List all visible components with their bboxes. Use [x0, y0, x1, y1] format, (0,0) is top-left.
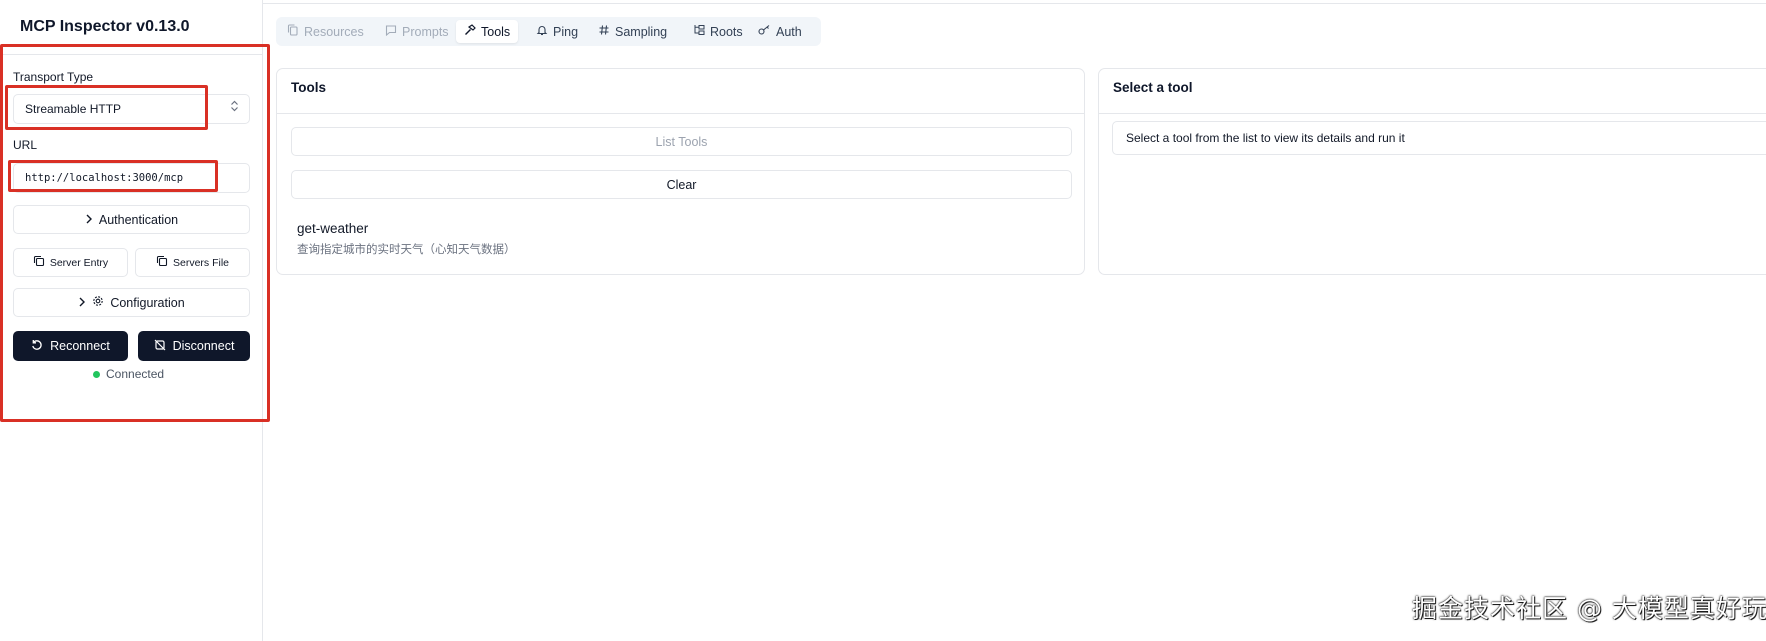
- tool-detail-title: Select a tool: [1113, 80, 1193, 95]
- status-dot: [93, 370, 100, 378]
- disconnect-button[interactable]: Disconnect: [138, 331, 250, 361]
- files-icon: [287, 24, 299, 39]
- url-label: URL: [13, 138, 38, 152]
- servers-file-button[interactable]: Servers File: [135, 248, 250, 277]
- tab-resources-label: Resources: [304, 24, 364, 39]
- hammer-icon: [464, 24, 476, 39]
- authentication-toggle[interactable]: Authentication: [13, 205, 250, 234]
- gear-icon: [92, 295, 104, 310]
- tab-ping[interactable]: Ping: [532, 20, 582, 43]
- key-icon: [758, 24, 771, 39]
- transport-type-select[interactable]: Streamable HTTP: [13, 94, 250, 124]
- tab-sampling[interactable]: Sampling: [594, 20, 671, 43]
- tab-prompts[interactable]: Prompts: [381, 20, 453, 43]
- watermark: 掘金技术社区 @ 大模型真好玩: [1412, 594, 1766, 623]
- disconnect-label: Disconnect: [172, 339, 235, 353]
- chevron-right-icon: [78, 296, 86, 310]
- connection-status: Connected: [93, 367, 164, 381]
- copy-icon: [156, 255, 168, 270]
- top-divider: [263, 3, 1766, 4]
- url-input[interactable]: http://localhost:3000/mcp: [13, 163, 250, 193]
- tab-auth-label: Auth: [776, 24, 802, 39]
- tab-ping-label: Ping: [553, 24, 579, 39]
- chevron-right-icon: [85, 213, 93, 227]
- bell-icon: [536, 24, 548, 39]
- tab-sampling-label: Sampling: [615, 24, 668, 39]
- folder-tree-icon: [693, 24, 705, 39]
- reconnect-label: Reconnect: [50, 339, 110, 353]
- tab-roots[interactable]: Roots: [689, 20, 747, 43]
- list-tools-label: List Tools: [655, 134, 708, 149]
- tab-resources[interactable]: Resources: [283, 20, 368, 43]
- tools-panel-title: Tools: [291, 80, 326, 95]
- tab-auth[interactable]: Auth: [754, 20, 806, 43]
- rotate-ccw-icon: [31, 339, 43, 354]
- unplug-icon: [154, 339, 166, 354]
- tab-roots-label: Roots: [710, 24, 743, 39]
- authentication-label: Authentication: [98, 212, 179, 227]
- status-text: Connected: [106, 367, 165, 381]
- clear-label: Clear: [666, 177, 697, 192]
- message-icon: [385, 24, 397, 39]
- tab-tools[interactable]: Tools: [456, 20, 519, 43]
- hash-icon: [598, 24, 610, 39]
- chevron-up-down-icon: [230, 95, 239, 123]
- tools-panel-divider: [277, 113, 1084, 114]
- tools-panel: Tools List Tools Clear get-weather 查询指定城…: [276, 68, 1085, 275]
- url-value: http://localhost:3000/mcp: [25, 172, 184, 184]
- tool-detail-panel: Select a tool Select a tool from the lis…: [1098, 68, 1766, 275]
- tab-prompts-label: Prompts: [402, 24, 449, 39]
- reconnect-button[interactable]: Reconnect: [13, 331, 128, 361]
- list-tools-button[interactable]: List Tools: [291, 127, 1072, 156]
- configuration-toggle[interactable]: Configuration: [13, 288, 250, 317]
- sidebar-divider: [0, 54, 263, 55]
- servers-file-label: Servers File: [172, 256, 229, 269]
- clear-button[interactable]: Clear: [291, 170, 1072, 199]
- tool-name: get-weather: [297, 221, 369, 236]
- configuration-label: Configuration: [110, 295, 185, 310]
- app-title: MCP Inspector v0.13.0: [20, 18, 190, 35]
- sidebar: MCP Inspector v0.13.0 Transport Type Str…: [0, 0, 263, 641]
- tool-description: 查询指定城市的实时天气（心知天气数据）: [297, 244, 516, 256]
- server-entry-button[interactable]: Server Entry: [13, 248, 128, 277]
- copy-icon: [33, 255, 45, 270]
- transport-type-label: Transport Type: [13, 70, 94, 84]
- server-entry-label: Server Entry: [49, 256, 109, 269]
- tab-bar: Resources Prompts Tools Ping Sampling Ro…: [276, 17, 821, 46]
- transport-type-value: Streamable HTTP: [25, 102, 122, 116]
- tab-tools-label: Tools: [481, 24, 511, 39]
- tool-detail-divider: [1099, 113, 1766, 114]
- tool-detail-hint: Select a tool from the list to view its …: [1112, 121, 1766, 155]
